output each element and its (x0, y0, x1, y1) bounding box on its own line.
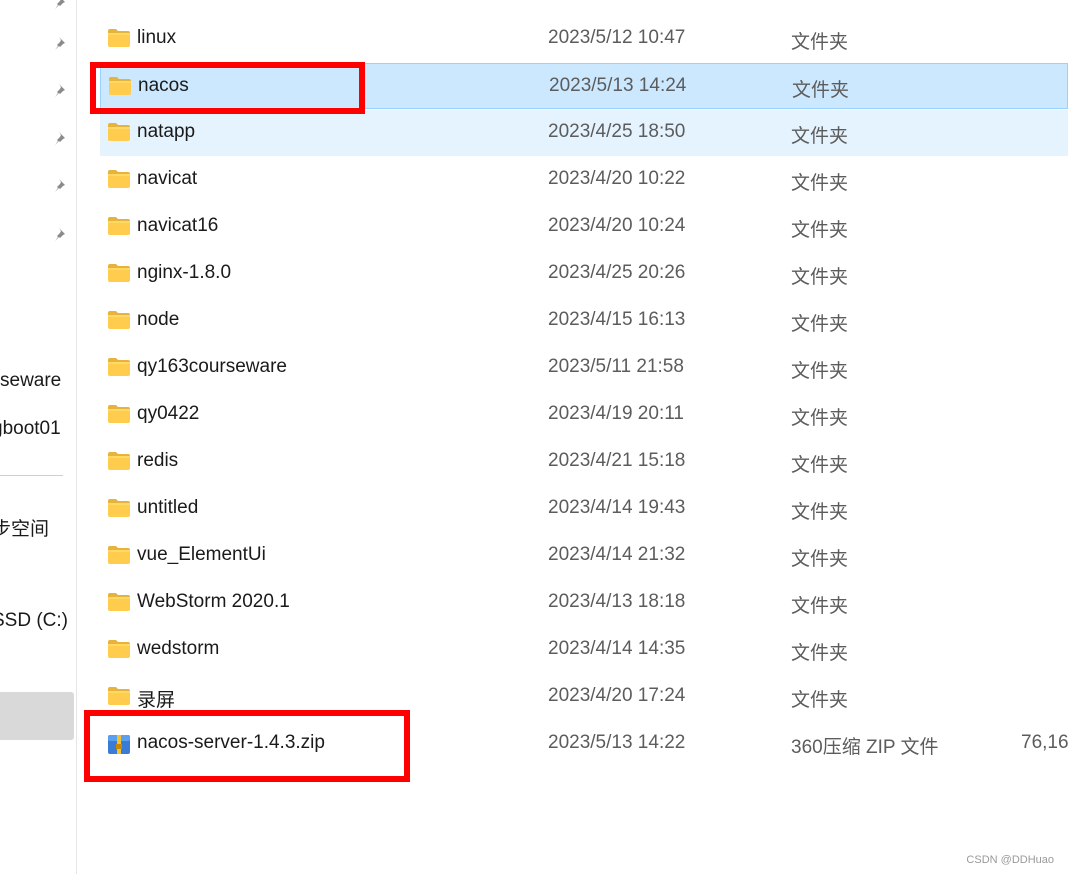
file-modified-date: 2023/4/21 15:18 (548, 450, 686, 471)
file-modified-date: 2023/4/13 18:18 (548, 591, 686, 612)
file-type: 文件夹 (791, 32, 849, 53)
file-type: 文件夹 (791, 455, 849, 476)
file-type: 文件夹 (791, 126, 849, 147)
file-row[interactable]: vue_ElementUi 2023/4/14 21:32 文件夹 (100, 533, 1068, 579)
file-type: 文件夹 (791, 690, 849, 711)
folder-icon (107, 216, 131, 236)
file-modified-date: 2023/5/12 10:47 (548, 27, 686, 48)
file-size: 76,16 (1021, 732, 1068, 753)
file-row[interactable]: nacos-server-1.4.3.zip 2023/5/13 14:22 360… (100, 721, 1068, 767)
file-modified-date: 2023/4/20 17:24 (548, 685, 686, 706)
file-row[interactable]: navicat 2023/4/20 10:22 文件夹 (100, 157, 1068, 203)
file-type: 文件夹 (791, 549, 849, 570)
file-type: 文件夹 (792, 80, 850, 101)
file-type: 文件夹 (791, 173, 849, 194)
folder-icon (107, 122, 131, 142)
file-modified-date: 2023/5/13 14:24 (549, 75, 687, 96)
file-row[interactable]: untitled 2023/4/14 19:43 文件夹 (100, 486, 1068, 532)
file-name: WebStorm 2020.1 (137, 591, 290, 612)
file-modified-date: 2023/4/14 14:35 (548, 638, 686, 659)
folder-icon (107, 686, 131, 706)
folder-icon (107, 404, 131, 424)
file-row[interactable]: 录屏 2023/4/20 17:24 文件夹 (100, 674, 1068, 720)
file-name: redis (137, 450, 179, 471)
folder-icon (107, 310, 131, 330)
file-modified-date: 2023/4/25 18:50 (548, 121, 686, 142)
file-row[interactable]: linux 2023/5/12 10:47 文件夹 (100, 16, 1068, 62)
file-type: 文件夹 (791, 502, 849, 523)
file-name: nacos (138, 75, 189, 96)
file-name: node (137, 309, 180, 330)
folder-icon (107, 639, 131, 659)
file-row[interactable]: nacos 2023/5/13 14:24 文件夹 (100, 63, 1068, 109)
file-name: nacos-server-1.4.3.zip (137, 732, 325, 753)
file-modified-date: 2023/4/20 10:24 (548, 215, 686, 236)
folder-icon (107, 169, 131, 189)
file-row[interactable]: qy163courseware 2023/5/11 21:58 文件夹 (100, 345, 1068, 391)
file-row[interactable]: WebStorm 2020.1 2023/4/13 18:18 文件夹 (100, 580, 1068, 626)
file-type: 文件夹 (791, 220, 849, 241)
file-name: qy0422 (137, 403, 200, 424)
file-modified-date: 2023/4/14 21:32 (548, 544, 686, 565)
file-type: 360压缩 ZIP 文件 (791, 737, 939, 758)
file-type: 文件夹 (791, 361, 849, 382)
folder-icon (107, 263, 131, 283)
file-row[interactable]: redis 2023/4/21 15:18 文件夹 (100, 439, 1068, 485)
file-list: linux 2023/5/12 10:47 文件夹 nacos 2023/5/13 14… (0, 0, 1068, 874)
file-row[interactable]: wedstorm 2023/4/14 14:35 文件夹 (100, 627, 1068, 673)
file-modified-date: 2023/4/20 10:22 (548, 168, 686, 189)
file-row[interactable]: nginx-1.8.0 2023/4/25 20:26 文件夹 (100, 251, 1068, 297)
file-row[interactable]: qy0422 2023/4/19 20:11 文件夹 (100, 392, 1068, 438)
folder-icon (108, 76, 132, 96)
file-name: untitled (137, 497, 199, 518)
file-type: 文件夹 (791, 267, 849, 288)
file-type: 文件夹 (791, 314, 849, 335)
file-name: qy163courseware (137, 356, 287, 377)
file-modified-date: 2023/4/15 16:13 (548, 309, 686, 330)
file-modified-date: 2023/4/25 20:26 (548, 262, 686, 283)
watermark: CSDN @DDHuao (966, 854, 1054, 866)
file-name: vue_ElementUi (137, 544, 266, 565)
file-name: wedstorm (137, 638, 220, 659)
folder-icon (107, 28, 131, 48)
file-row[interactable]: navicat16 2023/4/20 10:24 文件夹 (100, 204, 1068, 250)
file-name: 录屏 (137, 690, 176, 711)
file-modified-date: 2023/4/14 19:43 (548, 497, 686, 518)
zip-archive-icon (107, 733, 131, 754)
file-name: natapp (137, 121, 196, 142)
file-type: 文件夹 (791, 596, 849, 617)
folder-icon (107, 592, 131, 612)
file-row[interactable]: node 2023/4/15 16:13 文件夹 (100, 298, 1068, 344)
file-type: 文件夹 (791, 643, 849, 664)
file-name: nginx-1.8.0 (137, 262, 232, 283)
file-name: navicat16 (137, 215, 219, 236)
folder-icon (107, 545, 131, 565)
file-type: 文件夹 (791, 408, 849, 429)
folder-icon (107, 498, 131, 518)
folder-icon (107, 451, 131, 471)
file-modified-date: 2023/4/19 20:11 (548, 403, 684, 424)
folder-icon (107, 357, 131, 377)
file-name: navicat (137, 168, 198, 189)
file-row[interactable]: natapp 2023/4/25 18:50 文件夹 (100, 110, 1068, 156)
file-modified-date: 2023/5/13 14:22 (548, 732, 686, 753)
file-modified-date: 2023/5/11 21:58 (548, 356, 684, 377)
file-name: linux (137, 27, 177, 48)
